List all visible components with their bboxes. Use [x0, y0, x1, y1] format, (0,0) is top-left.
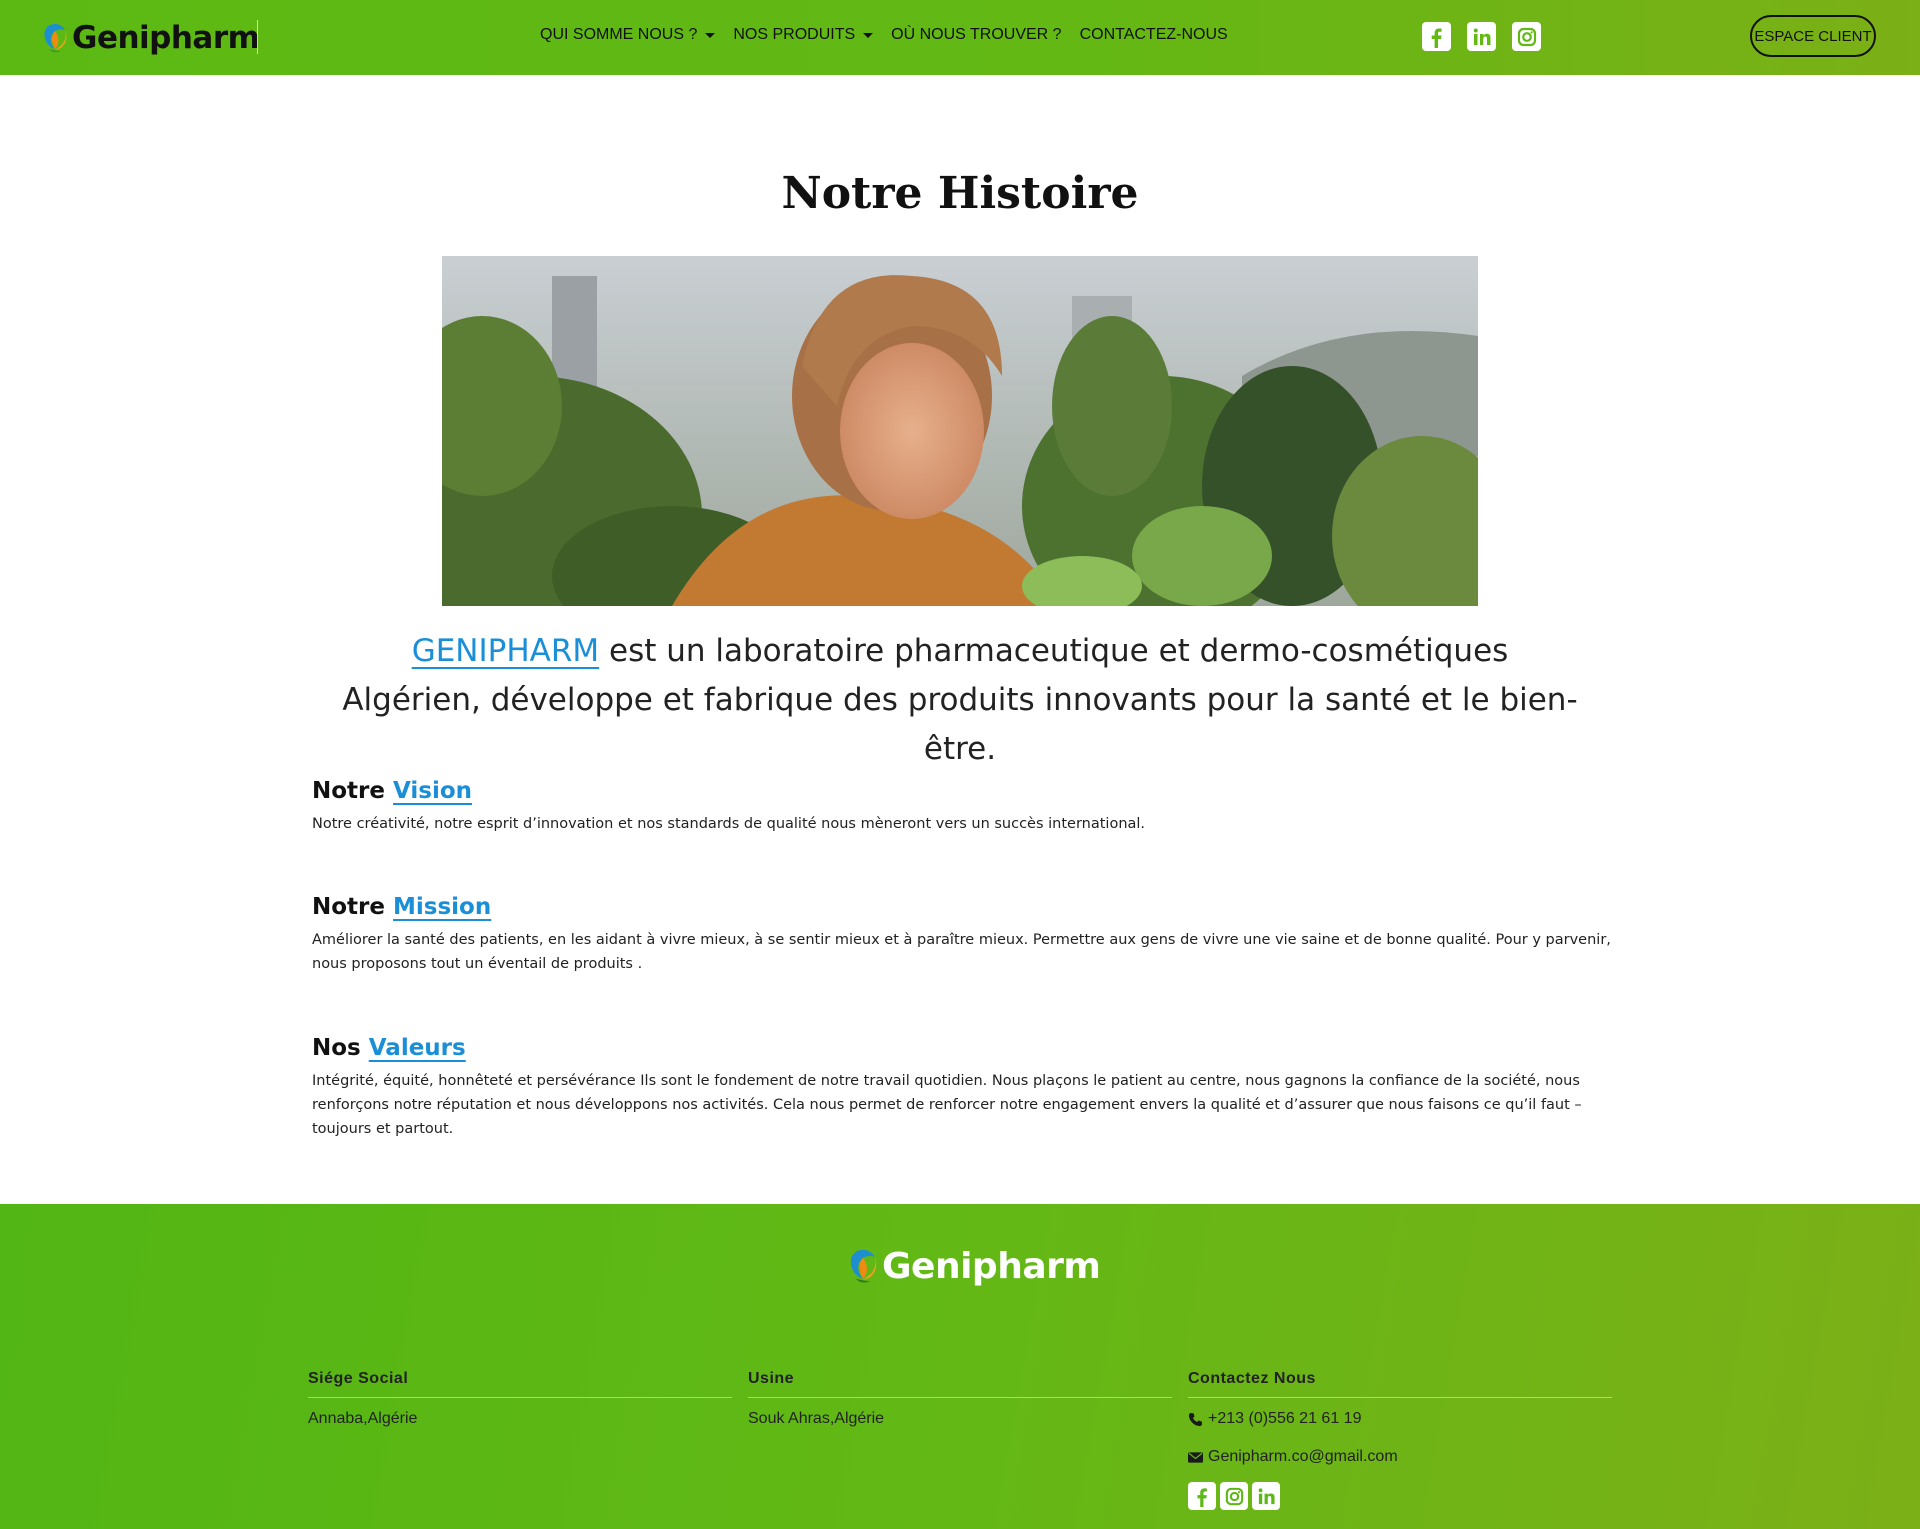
page-title: Notre Histoire [781, 168, 1139, 219]
nav-label: OÙ NOUS TROUVER ? [891, 26, 1062, 43]
logo-mark-icon [850, 1249, 877, 1283]
nav-label: NOS PRODUITS [733, 26, 856, 43]
nav-ou-nous-trouver[interactable]: OÙ NOUS TROUVER ? [891, 26, 1061, 44]
linkedin-icon[interactable] [1467, 22, 1496, 51]
footer-col-title: Siége Social [308, 1370, 732, 1398]
footer-brand-name: Genipharm [882, 1245, 1101, 1287]
heading-prefix: Notre [312, 778, 385, 804]
caret-down-icon [863, 32, 874, 38]
phone-icon [1188, 1412, 1203, 1426]
footer: Genipharm Siége Social Annaba,Algérie Us… [0, 1204, 1920, 1529]
vision-text: Notre créativité, notre esprit d’innovat… [312, 816, 1146, 832]
top-navbar: Genipharm QUI SOMME NOUS ? NOS PRODUITS … [0, 0, 1920, 75]
footer-social-links [1188, 1482, 1612, 1510]
caret-down-icon [705, 32, 716, 38]
intro-paragraph: GENIPHARM est un laboratoire pharmaceuti… [340, 627, 1580, 774]
nav-qui-somme-nous[interactable]: QUI SOMME NOUS ? [540, 26, 716, 44]
email-address: Genipharm.co@gmail.com [1208, 1448, 1398, 1465]
header-divider [257, 20, 258, 54]
footer-col-usine: Usine Souk Ahras,Algérie [748, 1370, 1172, 1428]
nav-label: QUI SOMME NOUS ? [540, 26, 698, 43]
footer-email[interactable]: Genipharm.co@gmail.com [1188, 1448, 1612, 1466]
nav-contactez-nous[interactable]: CONTACTEZ-NOUS [1080, 26, 1228, 44]
valeurs-heading: Nos Valeurs [312, 1035, 1612, 1061]
envelope-icon [1188, 1451, 1203, 1463]
footer-address: Annaba,Algérie [308, 1410, 418, 1427]
valeurs-section: Nos Valeurs Intégrité, équité, honnêteté… [312, 1035, 1612, 1141]
heading-prefix: Nos [312, 1035, 361, 1061]
hero-image [442, 256, 1478, 606]
mission-text: Améliorer la santé des patients, en les … [312, 932, 1611, 972]
espace-client-button[interactable]: ESPACE CLIENT [1750, 15, 1876, 57]
heading-prefix: Notre [312, 894, 385, 920]
instagram-icon[interactable] [1512, 22, 1541, 51]
nav-label: CONTACTEZ-NOUS [1079, 26, 1228, 43]
brand-link[interactable]: GENIPHARM [412, 633, 599, 669]
footer-phone[interactable]: +213 (0)556 21 61 19 [1188, 1410, 1612, 1428]
header-social-links [1422, 22, 1541, 51]
footer-col-title: Usine [748, 1370, 1172, 1398]
footer-col-siege: Siége Social Annaba,Algérie [308, 1370, 732, 1428]
logo-mark-icon [44, 24, 67, 53]
mission-section: Notre Mission Améliorer la santé des pat… [312, 894, 1612, 976]
vision-heading: Notre Vision [312, 778, 1612, 804]
footer-logo[interactable]: Genipharm [848, 1244, 1101, 1288]
vision-link[interactable]: Vision [393, 778, 472, 804]
mission-heading: Notre Mission [312, 894, 1612, 920]
nav-nos-produits[interactable]: NOS PRODUITS [733, 26, 874, 44]
brand-logo[interactable]: Genipharm [42, 18, 260, 58]
brand-name: Genipharm [72, 20, 260, 56]
phone-number: +213 (0)556 21 61 19 [1208, 1410, 1362, 1427]
vision-section: Notre Vision Notre créativité, notre esp… [312, 778, 1612, 836]
valeurs-link[interactable]: Valeurs [369, 1035, 466, 1061]
footer-col-title: Contactez Nous [1188, 1370, 1612, 1398]
main-nav: QUI SOMME NOUS ? NOS PRODUITS OÙ NOUS TR… [540, 26, 1246, 44]
linkedin-icon[interactable] [1252, 1482, 1280, 1510]
instagram-icon[interactable] [1220, 1482, 1248, 1510]
facebook-icon[interactable] [1188, 1482, 1216, 1510]
footer-col-contact: Contactez Nous +213 (0)556 21 61 19 Geni… [1188, 1370, 1612, 1510]
valeurs-text: Intégrité, équité, honnêteté et persévér… [312, 1073, 1582, 1137]
facebook-icon[interactable] [1422, 22, 1451, 51]
footer-address: Souk Ahras,Algérie [748, 1410, 885, 1427]
mission-link[interactable]: Mission [393, 894, 491, 920]
